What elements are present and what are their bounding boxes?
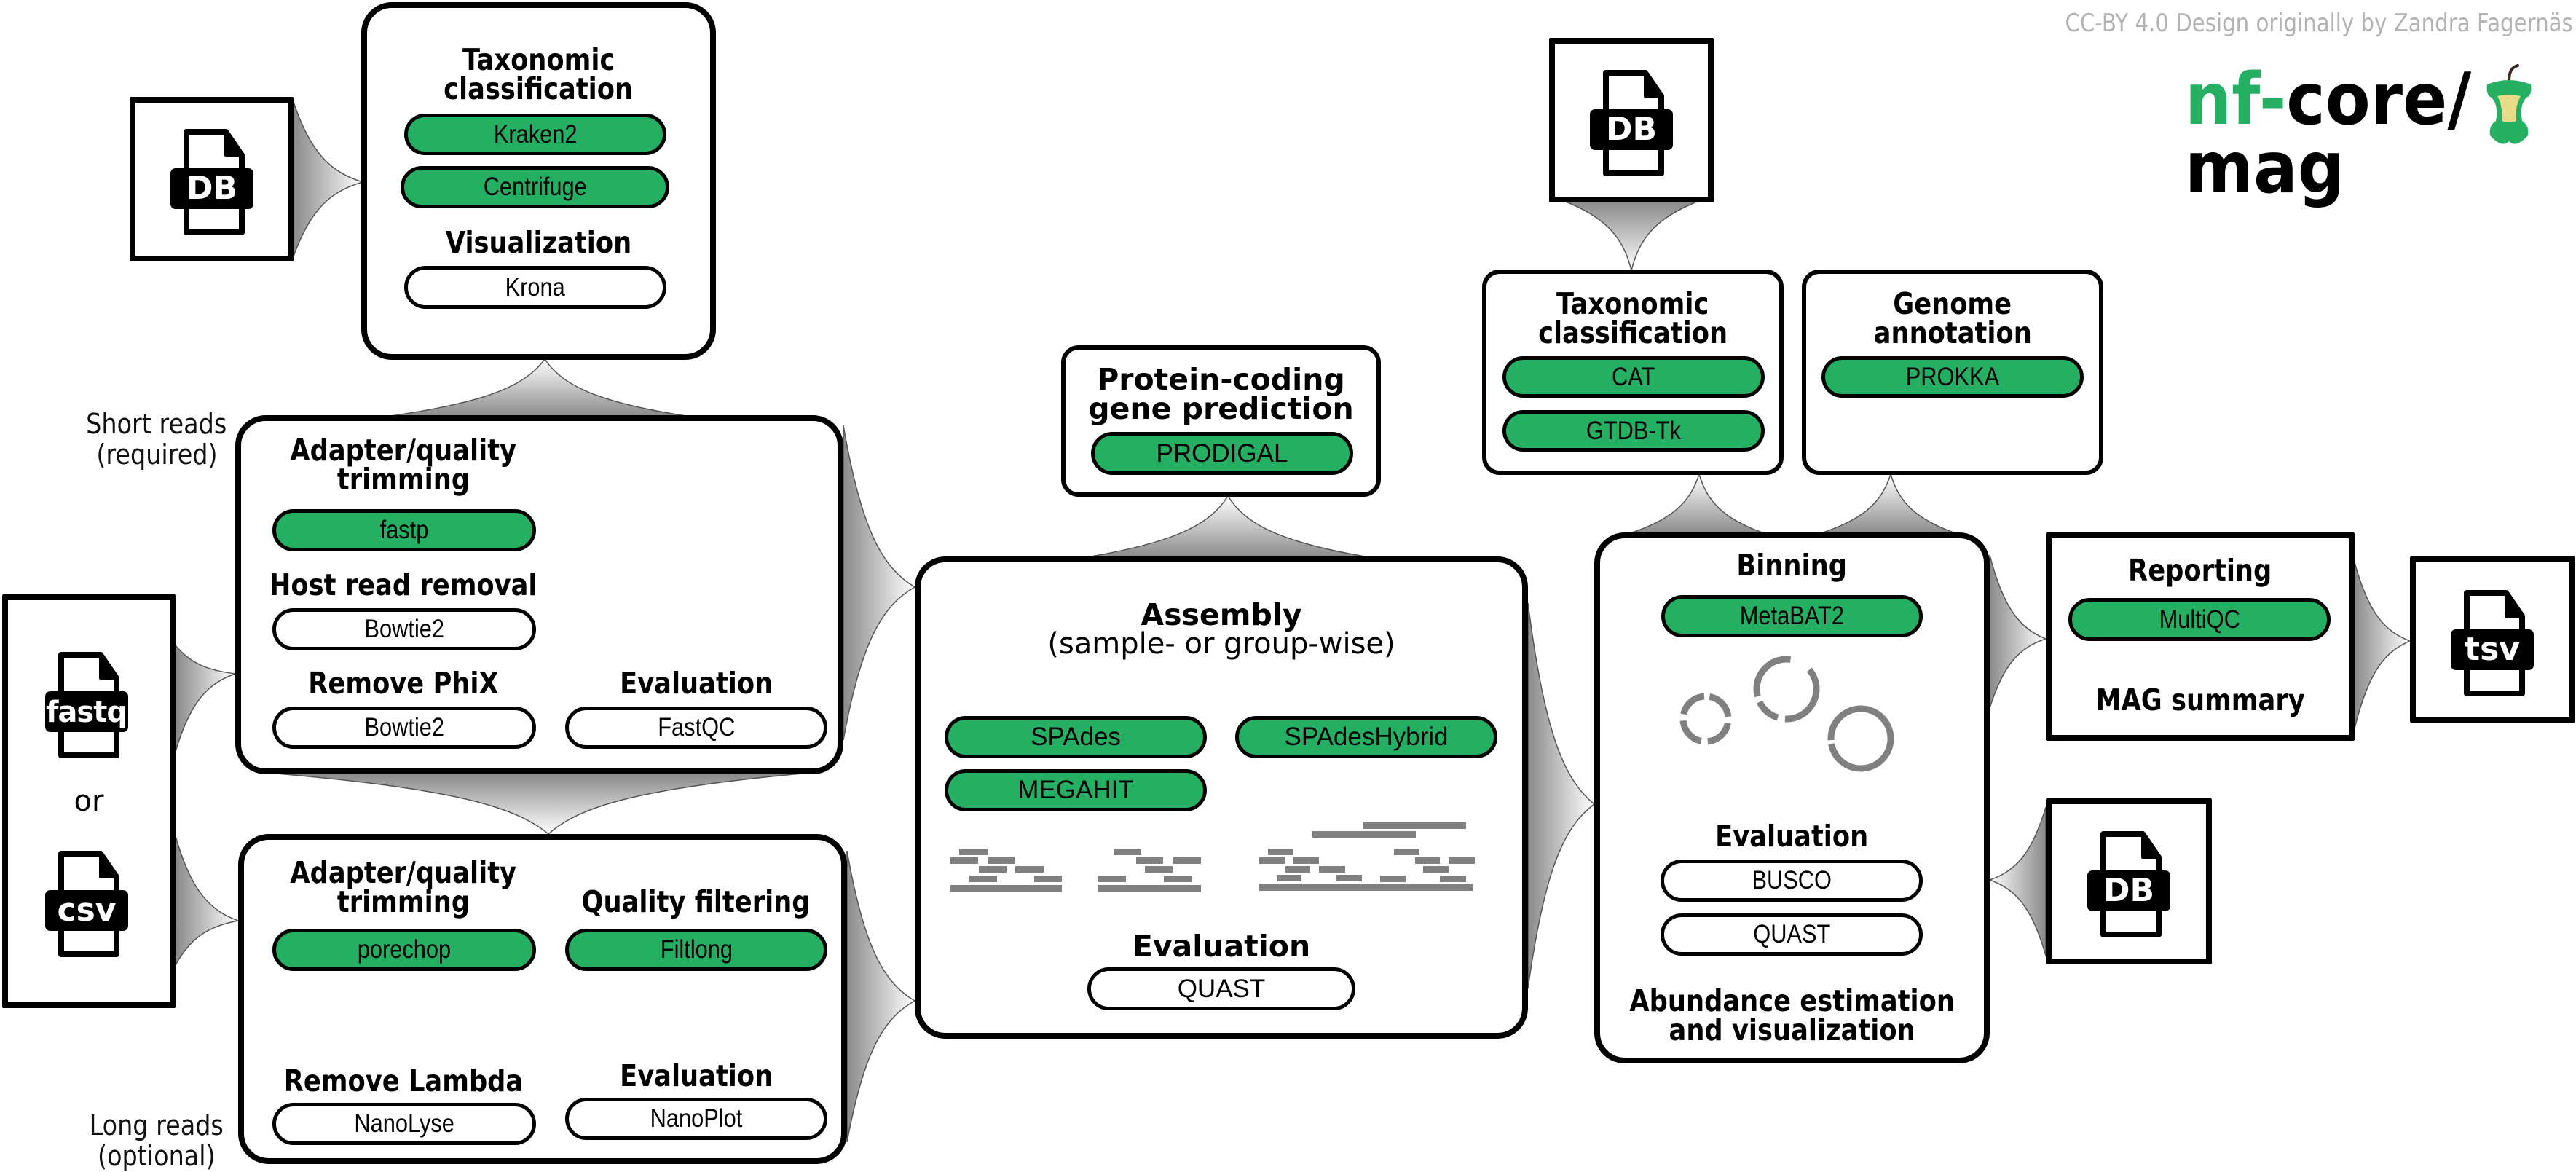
read-segment: [1259, 857, 1285, 864]
read-segment: [1098, 885, 1201, 892]
tool-label: QUAST: [1752, 920, 1831, 948]
tool-prokka[interactable]: PROKKA: [1821, 356, 2084, 398]
read-segment: [1423, 866, 1449, 873]
read-segment: [1015, 866, 1044, 873]
read-segment: [1449, 857, 1475, 864]
read-segment: [1145, 866, 1173, 873]
read-segment: [1034, 876, 1062, 882]
tool-label: CAT: [1612, 362, 1655, 391]
tool-label: MultiQC: [2159, 605, 2240, 634]
read-segment: [1380, 876, 1406, 882]
read-segment: [1164, 876, 1192, 882]
read-segment: [1268, 849, 1293, 855]
binning-title: Binning: [1594, 548, 1990, 583]
read-segment: [979, 866, 1007, 873]
read-segment: [1285, 866, 1310, 873]
title-line: Evaluation: [1715, 819, 1869, 854]
reporting-title: Reporting: [2046, 553, 2355, 588]
read-segment: [950, 885, 1062, 892]
bin-circle-large: [1827, 705, 1894, 772]
read-segment: [1415, 857, 1440, 864]
tool-metabat2[interactable]: MetaBAT2: [1661, 595, 1923, 637]
tool-busco[interactable]: BUSCO: [1661, 860, 1923, 902]
title-line: MAG summary: [2095, 683, 2305, 717]
read-segment: [1363, 822, 1466, 829]
read-segment: [988, 857, 1015, 864]
genome-annotation-title: Genome annotation: [1802, 286, 2103, 350]
read-segment: [1277, 875, 1301, 881]
title-line: Evaluation: [1132, 929, 1311, 964]
tool-multiqc[interactable]: MultiQC: [2068, 598, 2331, 641]
read-segment: [1440, 876, 1466, 882]
read-segment: [950, 857, 978, 864]
read-segment: [1394, 849, 1419, 855]
read-segment: [969, 876, 997, 882]
tool-quast-assembly[interactable]: QUAST: [1087, 967, 1355, 1010]
tool-gtdbtk[interactable]: GTDB-Tk: [1502, 410, 1765, 452]
binning-eval-title: Evaluation: [1594, 819, 1990, 854]
genome-bins-icon: [1679, 656, 1894, 772]
title-line: annotation: [1873, 315, 2032, 350]
read-segment: [1173, 857, 1201, 864]
read-segment: [1293, 857, 1319, 864]
read-segment: [1312, 831, 1416, 838]
read-segment: [1336, 875, 1362, 881]
read-segment: [1136, 857, 1163, 864]
bin-circle-medium: [1753, 656, 1820, 723]
title-line: Binning: [1736, 548, 1848, 583]
title-line: Reporting: [2128, 553, 2272, 588]
tool-label: QUAST: [1177, 974, 1266, 1003]
assembly-eval-title: Evaluation: [915, 932, 1528, 961]
tool-cat[interactable]: CAT: [1502, 356, 1765, 398]
tool-label: MetaBAT2: [1739, 602, 1845, 630]
title-line: Genome: [1893, 286, 2012, 321]
title-line: classification: [1538, 315, 1728, 350]
title-line: Abundance estimation: [1629, 983, 1955, 1018]
mag-summary-title: MAG summary: [2046, 685, 2355, 715]
read-segment: [1259, 884, 1473, 891]
tool-quast-bins[interactable]: QUAST: [1661, 913, 1923, 956]
bin-taxonomy-title: Taxonomic classification: [1482, 286, 1784, 350]
tool-label: BUSCO: [1752, 866, 1832, 894]
abundance-title: Abundance estimation and visualization: [1594, 986, 1990, 1045]
bin-circle-small: [1679, 693, 1732, 745]
read-segment: [1114, 849, 1141, 855]
read-segment: [1098, 876, 1126, 882]
title-line: Taxonomic: [1556, 286, 1709, 321]
title-line: and visualization: [1669, 1012, 1915, 1047]
read-segment: [959, 849, 988, 855]
read-segment: [1319, 866, 1345, 873]
tool-label: PROKKA: [1905, 362, 2000, 391]
tool-label: GTDB-Tk: [1586, 416, 1682, 445]
